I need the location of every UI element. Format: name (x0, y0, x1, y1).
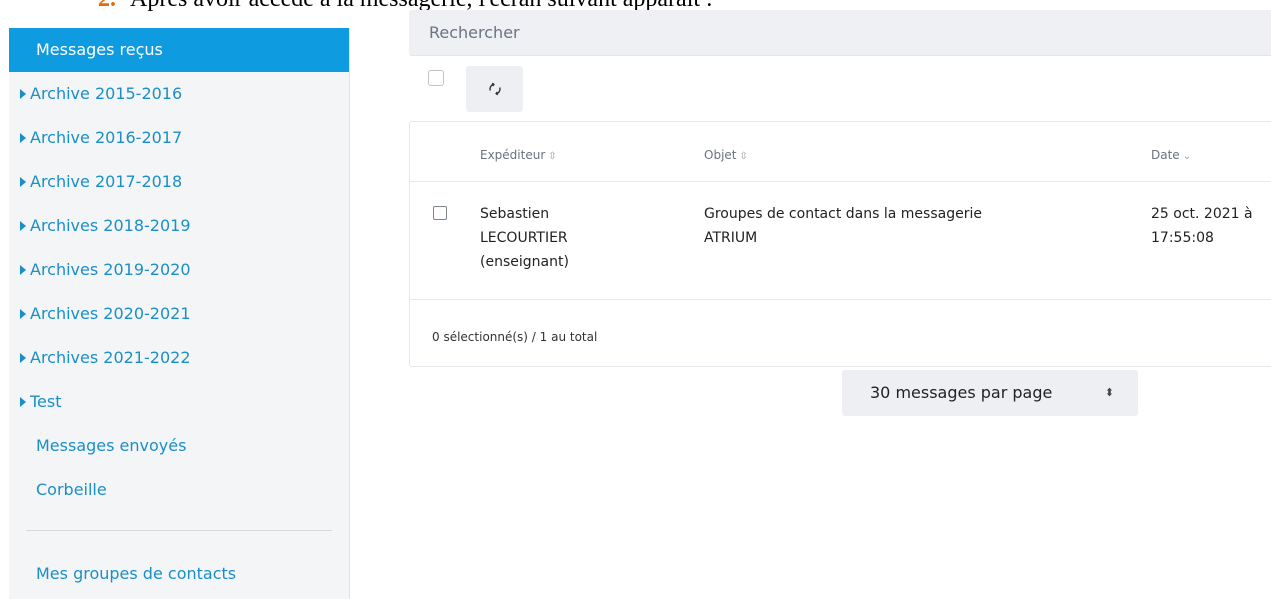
sidebar-divider (26, 530, 332, 531)
refresh-icon (488, 82, 501, 96)
per-page-value: 30 messages par page (870, 383, 1053, 402)
caret-right-icon (20, 221, 26, 231)
sidebar-item-archives-2020-2021[interactable]: Archives 2020-2021 (9, 292, 349, 336)
sidebar-item-contact-groups[interactable]: Mes groupes de contacts (9, 552, 349, 596)
sidebar-item-label: Archives 2018-2019 (30, 216, 191, 235)
sort-icon: ⇳ (548, 151, 557, 162)
row-divider (410, 299, 1271, 300)
sidebar-item-label: Messages envoyés (36, 436, 187, 455)
caret-right-icon (20, 89, 26, 99)
caret-right-icon (20, 133, 26, 143)
sidebar-item-label: Archives 2020-2021 (30, 304, 191, 323)
sidebar-item-inbox[interactable]: Messages reçus (9, 28, 349, 72)
per-page-select[interactable]: 30 messages par page ⬍ (842, 370, 1138, 416)
search-input[interactable]: Rechercher (409, 10, 1271, 56)
sidebar-item-sent[interactable]: Messages envoyés (9, 424, 349, 468)
selection-count: 0 sélectionné(s) / 1 au total (432, 330, 598, 344)
messaging-screen: 2.Après avoir accédé à la messagerie, l'… (0, 0, 1271, 599)
column-header-sender[interactable]: Expéditeur ⇳ (480, 148, 557, 162)
sidebar-item-label: Archive 2017-2018 (30, 172, 183, 191)
sort-icon: ⇳ (739, 151, 748, 162)
sidebar-item-archive-2015-2016[interactable]: Archive 2015-2016 (9, 72, 349, 116)
sidebar-item-label: Corbeille (36, 480, 107, 499)
sidebar-item-test[interactable]: Test (9, 380, 349, 424)
sidebar-item-label: Archive 2015-2016 (30, 84, 183, 103)
message-sender[interactable]: Sebastien LECOURTIER (enseignant) (480, 202, 569, 274)
select-caret-icon: ⬍ (1104, 386, 1114, 399)
sidebar-item-archives-2021-2022[interactable]: Archives 2021-2022 (9, 336, 349, 380)
row-checkbox[interactable] (433, 206, 447, 220)
sidebar-item-label: Archives 2021-2022 (30, 348, 191, 367)
column-header-subject[interactable]: Objet ⇳ (704, 148, 748, 162)
caret-right-icon (20, 265, 26, 275)
sidebar-item-label: Archive 2016-2017 (30, 128, 183, 147)
search-placeholder: Rechercher (429, 23, 520, 42)
folder-sidebar: Messages reçus Archive 2015-2016 Archive… (9, 28, 350, 599)
sidebar-item-label: Mes groupes de contacts (36, 564, 237, 583)
sidebar-item-archives-2018-2019[interactable]: Archives 2018-2019 (9, 204, 349, 248)
select-all-checkbox[interactable] (428, 70, 444, 86)
caret-right-icon (20, 397, 26, 407)
sidebar-item-trash[interactable]: Corbeille (9, 468, 349, 512)
sort-desc-icon: ⌄ (1182, 151, 1192, 162)
sidebar-item-archives-2019-2020[interactable]: Archives 2019-2020 (9, 248, 349, 292)
row-divider (410, 181, 1271, 182)
message-table: Expéditeur ⇳ Objet ⇳ Date ⌄ Sebastien LECOU… (409, 121, 1271, 367)
sidebar-item-label: Messages reçus (36, 40, 163, 59)
sidebar-item-label: Test (30, 392, 62, 411)
column-header-date[interactable]: Date ⌄ (1151, 148, 1191, 162)
message-subject[interactable]: Groupes de contact dans la messagerie AT… (704, 202, 982, 250)
sidebar-item-archive-2017-2018[interactable]: Archive 2017-2018 (9, 160, 349, 204)
sidebar-item-archive-2016-2017[interactable]: Archive 2016-2017 (9, 116, 349, 160)
caret-right-icon (20, 309, 26, 319)
refresh-button[interactable] (466, 66, 523, 112)
caption-number: 2. (98, 0, 116, 12)
caret-right-icon (20, 353, 26, 363)
caret-right-icon (20, 177, 26, 187)
sidebar-item-label: Archives 2019-2020 (30, 260, 191, 279)
message-date[interactable]: 25 oct. 2021 à 17:55:08 (1151, 202, 1253, 250)
